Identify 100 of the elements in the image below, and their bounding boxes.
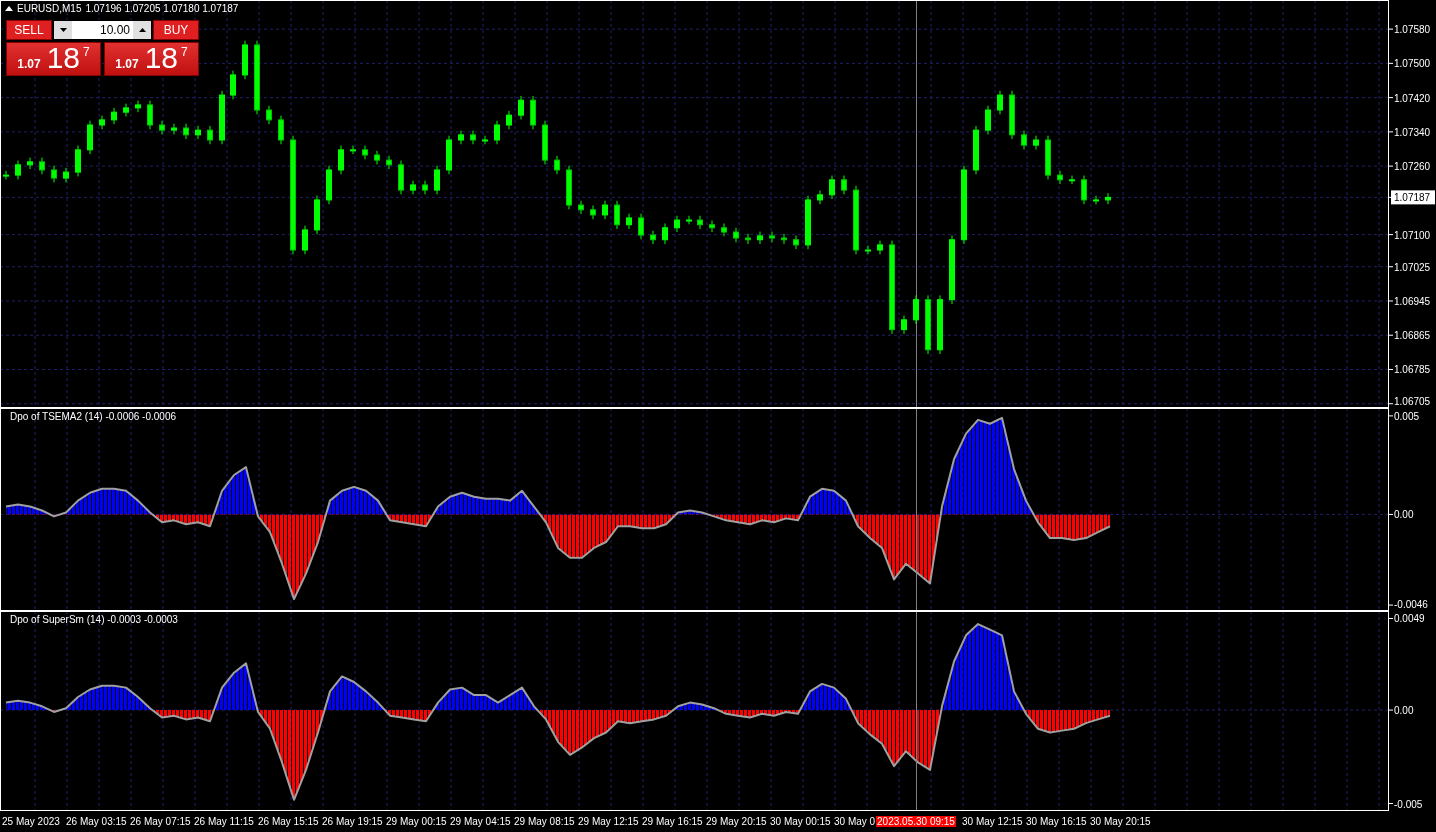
time-label: 26 May 15:15 [258,816,320,827]
candlestick [817,190,823,205]
time-label: 29 May 00:15 [386,816,448,827]
time-label: 29 May 08:15 [514,816,576,827]
candlestick [997,90,1003,115]
candlestick [697,215,703,230]
candlestick [39,157,45,175]
candlestick [207,125,213,145]
candlestick [805,195,811,250]
candlestick [769,231,775,243]
axis-label: -0.005 [1394,798,1423,810]
candlestick [458,130,464,145]
candlestick [446,135,452,175]
candlestick [841,175,847,195]
sell-button[interactable]: SELL [6,20,52,40]
candlestick [757,231,763,245]
candlestick [219,90,225,145]
candlestick [985,105,991,135]
axis-label: 1.07260 [1394,161,1431,173]
candlestick [913,294,919,325]
candlestick [877,240,883,255]
candlestick [99,115,105,130]
candlestick [1033,135,1039,150]
time-label: 29 May 04:15 [450,816,512,827]
candlestick [1021,130,1027,150]
candlestick [410,180,416,195]
candlestick [506,110,512,130]
candlestick [578,200,584,215]
candlestick [1105,192,1111,205]
candlestick [398,160,404,195]
candlestick [434,165,440,195]
symbol-title: EURUSD,M15 [17,3,82,14]
candlestick [15,160,21,180]
time-label: 29 May 12:15 [578,816,640,827]
axis-label: 1.06865 [1394,330,1431,342]
candlestick [159,120,165,135]
candlestick [494,120,500,145]
candlestick [865,245,871,255]
candlestick [1081,175,1087,205]
candlestick [374,150,380,165]
axis-label: 1.07420 [1394,92,1431,104]
candlestick [470,130,476,145]
candlestick [111,107,117,125]
candlestick [1009,90,1015,140]
candlestick [709,220,715,233]
time-label: 26 May 03:15 [66,816,128,827]
axis-label: 1.07340 [1394,126,1431,138]
indicator-title: Dpo of SuperSm (14) -0.0003 -0.0003 [10,614,178,625]
candlestick [686,215,692,225]
candlestick [590,205,596,220]
candlestick [901,315,907,335]
candlestick [745,233,751,245]
axis-label: 1.07500 [1394,58,1431,70]
candlestick [362,145,368,160]
axis-label: 0.005 [1394,410,1420,422]
candlestick [27,157,33,170]
buy-button[interactable]: BUY [153,20,199,40]
candlestick [386,155,392,170]
candlestick [650,230,656,245]
candlestick [1069,175,1075,185]
candlestick [542,120,548,165]
axis-label: 1.07025 [1394,261,1431,273]
axis-label: 0.0049 [1394,613,1425,625]
indicator-title: Dpo of TSEMA2 (14) -0.0006 -0.0006 [10,411,177,422]
candlestick [733,227,739,243]
current-price-label: 1.07187 [1391,190,1435,205]
candlestick [829,175,835,200]
candlestick [949,234,955,305]
time-label: 26 May 11:15 [194,816,255,827]
candlestick [242,40,248,80]
candlestick [937,294,943,355]
candlestick [230,70,236,100]
candlestick [350,145,356,155]
candlestick [566,165,572,210]
axis-label: 1.07580 [1394,24,1431,36]
candlestick [266,105,272,125]
candlestick [75,145,81,177]
candlestick [326,165,332,205]
candlestick [302,225,308,255]
time-label: 26 May 07:15 [130,816,192,827]
collapse-icon[interactable] [5,6,13,11]
candlestick [183,123,189,140]
candlestick [925,294,931,355]
candlestick [554,155,560,175]
axis-label: 1.06945 [1394,295,1431,307]
candlestick [662,223,668,245]
candlestick [338,145,344,175]
axis-label: -0.0046 [1394,599,1428,610]
candlestick [3,170,9,180]
candlestick [1045,135,1051,180]
time-label: 25 May 2023 [2,816,61,827]
candlestick [781,233,787,245]
time-label: 26 May 19:15 [322,816,384,827]
axis-label: 1.06785 [1394,364,1431,376]
candlestick [1093,195,1099,205]
candlestick [63,167,69,183]
candlestick [482,135,488,145]
candlestick [422,180,428,195]
candlestick [674,215,680,233]
candlestick [518,95,524,120]
